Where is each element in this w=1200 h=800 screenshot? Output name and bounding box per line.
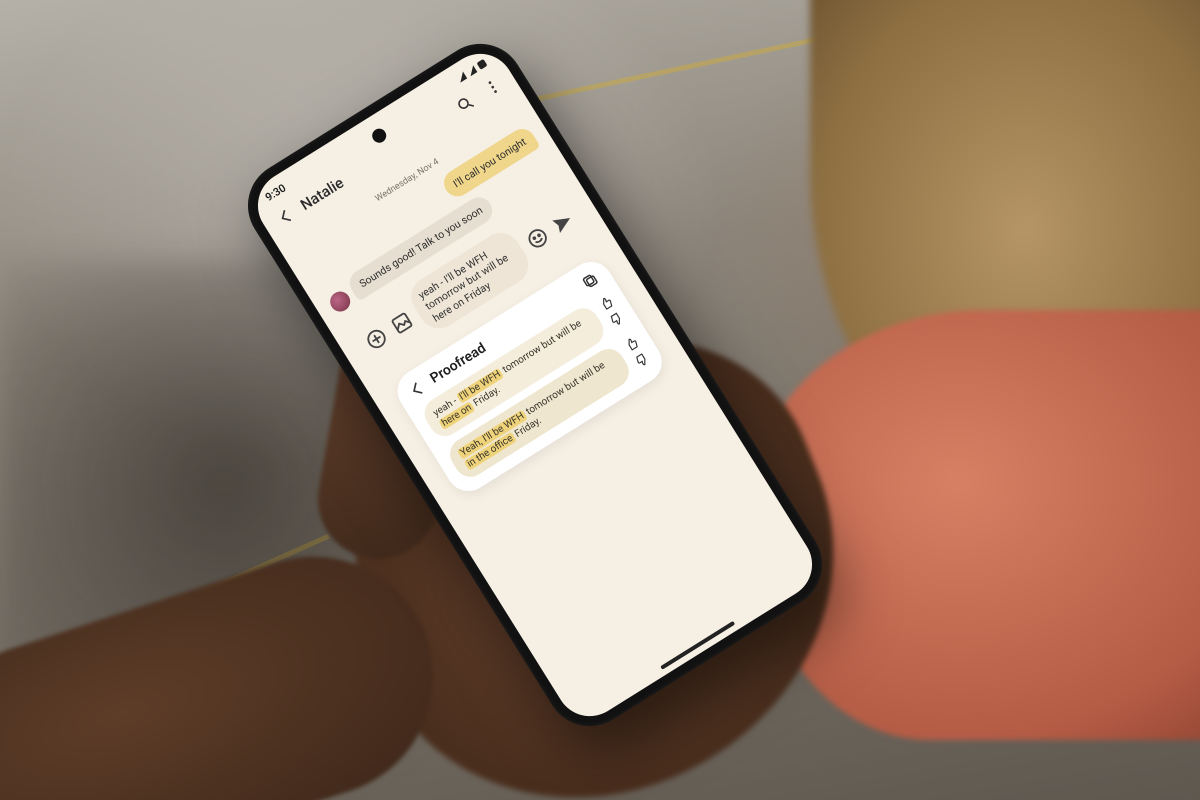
back-icon[interactable]	[405, 376, 430, 401]
send-icon[interactable]	[548, 207, 578, 237]
emoji-icon[interactable]	[522, 223, 552, 253]
thumbs-up-icon[interactable]	[597, 294, 616, 313]
avatar[interactable]	[327, 288, 355, 316]
thumbs-down-icon[interactable]	[606, 309, 625, 328]
back-icon[interactable]	[273, 204, 298, 229]
battery-icon	[476, 58, 487, 69]
copy-icon[interactable]	[578, 268, 603, 293]
search-icon[interactable]	[453, 92, 478, 117]
wifi-icon	[466, 65, 477, 76]
thumbs-down-icon[interactable]	[632, 350, 651, 369]
add-icon[interactable]	[361, 324, 391, 354]
thumbs-up-icon[interactable]	[622, 334, 641, 353]
more-icon[interactable]	[480, 75, 505, 100]
signal-icon	[456, 71, 467, 82]
gallery-icon[interactable]	[387, 308, 417, 338]
